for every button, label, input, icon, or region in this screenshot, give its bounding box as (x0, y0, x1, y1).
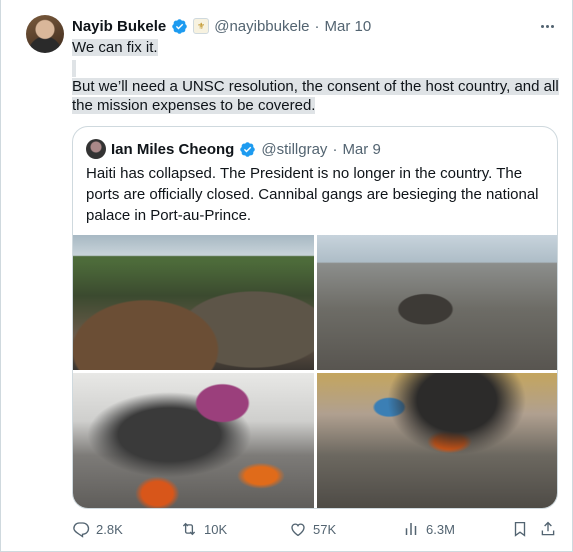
views-icon (405, 523, 417, 535)
views-button[interactable]: 6.3M (402, 518, 455, 540)
tweet-text-line4: the mission expenses to be covered. (72, 97, 316, 114)
tweet-text-blank-line (72, 59, 77, 78)
tweet-text-line1: We can fix it. (72, 39, 158, 56)
separator-dot: · (332, 140, 338, 158)
like-icon (291, 523, 305, 537)
quoted-tweet-text: Haiti has collapsed. The President is no… (86, 165, 539, 224)
repost-button[interactable]: 10K (180, 518, 227, 540)
government-badge-icon: ⚜ (193, 18, 210, 34)
quoted-tweet[interactable]: Ian Miles Cheong @stillgray · Mar 9 Hait… (72, 126, 558, 509)
reply-button[interactable]: 2.8K (72, 518, 123, 540)
verified-badge-icon (172, 18, 187, 34)
author-avatar[interactable] (26, 15, 64, 53)
quoted-author-handle[interactable]: @stillgray (261, 141, 327, 158)
like-count: 57K (313, 521, 337, 537)
reply-icon (73, 522, 90, 538)
quoted-tweet-date[interactable]: Mar 9 (342, 141, 380, 158)
views-count: 6.3M (426, 521, 455, 537)
tweet-date[interactable]: Mar 10 (325, 18, 372, 35)
photo-burning-barricade[interactable] (73, 373, 314, 508)
bookmark-icon (514, 521, 526, 537)
quoted-author-avatar[interactable] (86, 139, 106, 159)
bookmark-button[interactable] (511, 518, 529, 540)
verified-badge-icon (240, 141, 256, 157)
share-icon (541, 521, 555, 536)
share-button[interactable] (539, 518, 557, 540)
photo-crowd-on-car[interactable] (73, 235, 314, 370)
tweet-card: Nayib Bukele ⚜ @nayibbukele · Mar 10 We … (0, 0, 573, 552)
separator-dot: · (314, 17, 320, 35)
more-icon[interactable] (537, 18, 557, 34)
tweet-header: Nayib Bukele ⚜ @nayibbukele · Mar 10 (72, 16, 371, 36)
author-handle[interactable]: @nayibbukele (214, 18, 309, 35)
reply-count: 2.8K (96, 521, 123, 537)
quoted-author-name[interactable]: Ian Miles Cheong (111, 141, 234, 158)
repost-count: 10K (204, 521, 228, 537)
quoted-tweet-header: Ian Miles Cheong @stillgray · Mar 9 (111, 138, 381, 160)
photo-grid (73, 235, 557, 508)
tweet-text-line3: But we’ll need a UNSC resolution, the co… (72, 78, 559, 95)
author-name[interactable]: Nayib Bukele (72, 18, 166, 35)
photo-man-near-fire[interactable] (317, 373, 557, 508)
like-button[interactable]: 57K (289, 518, 336, 540)
photo-street-crowd[interactable] (317, 235, 557, 370)
action-bar: 2.8K 10K 57K 6.3M (72, 518, 558, 540)
repost-icon (182, 522, 196, 536)
